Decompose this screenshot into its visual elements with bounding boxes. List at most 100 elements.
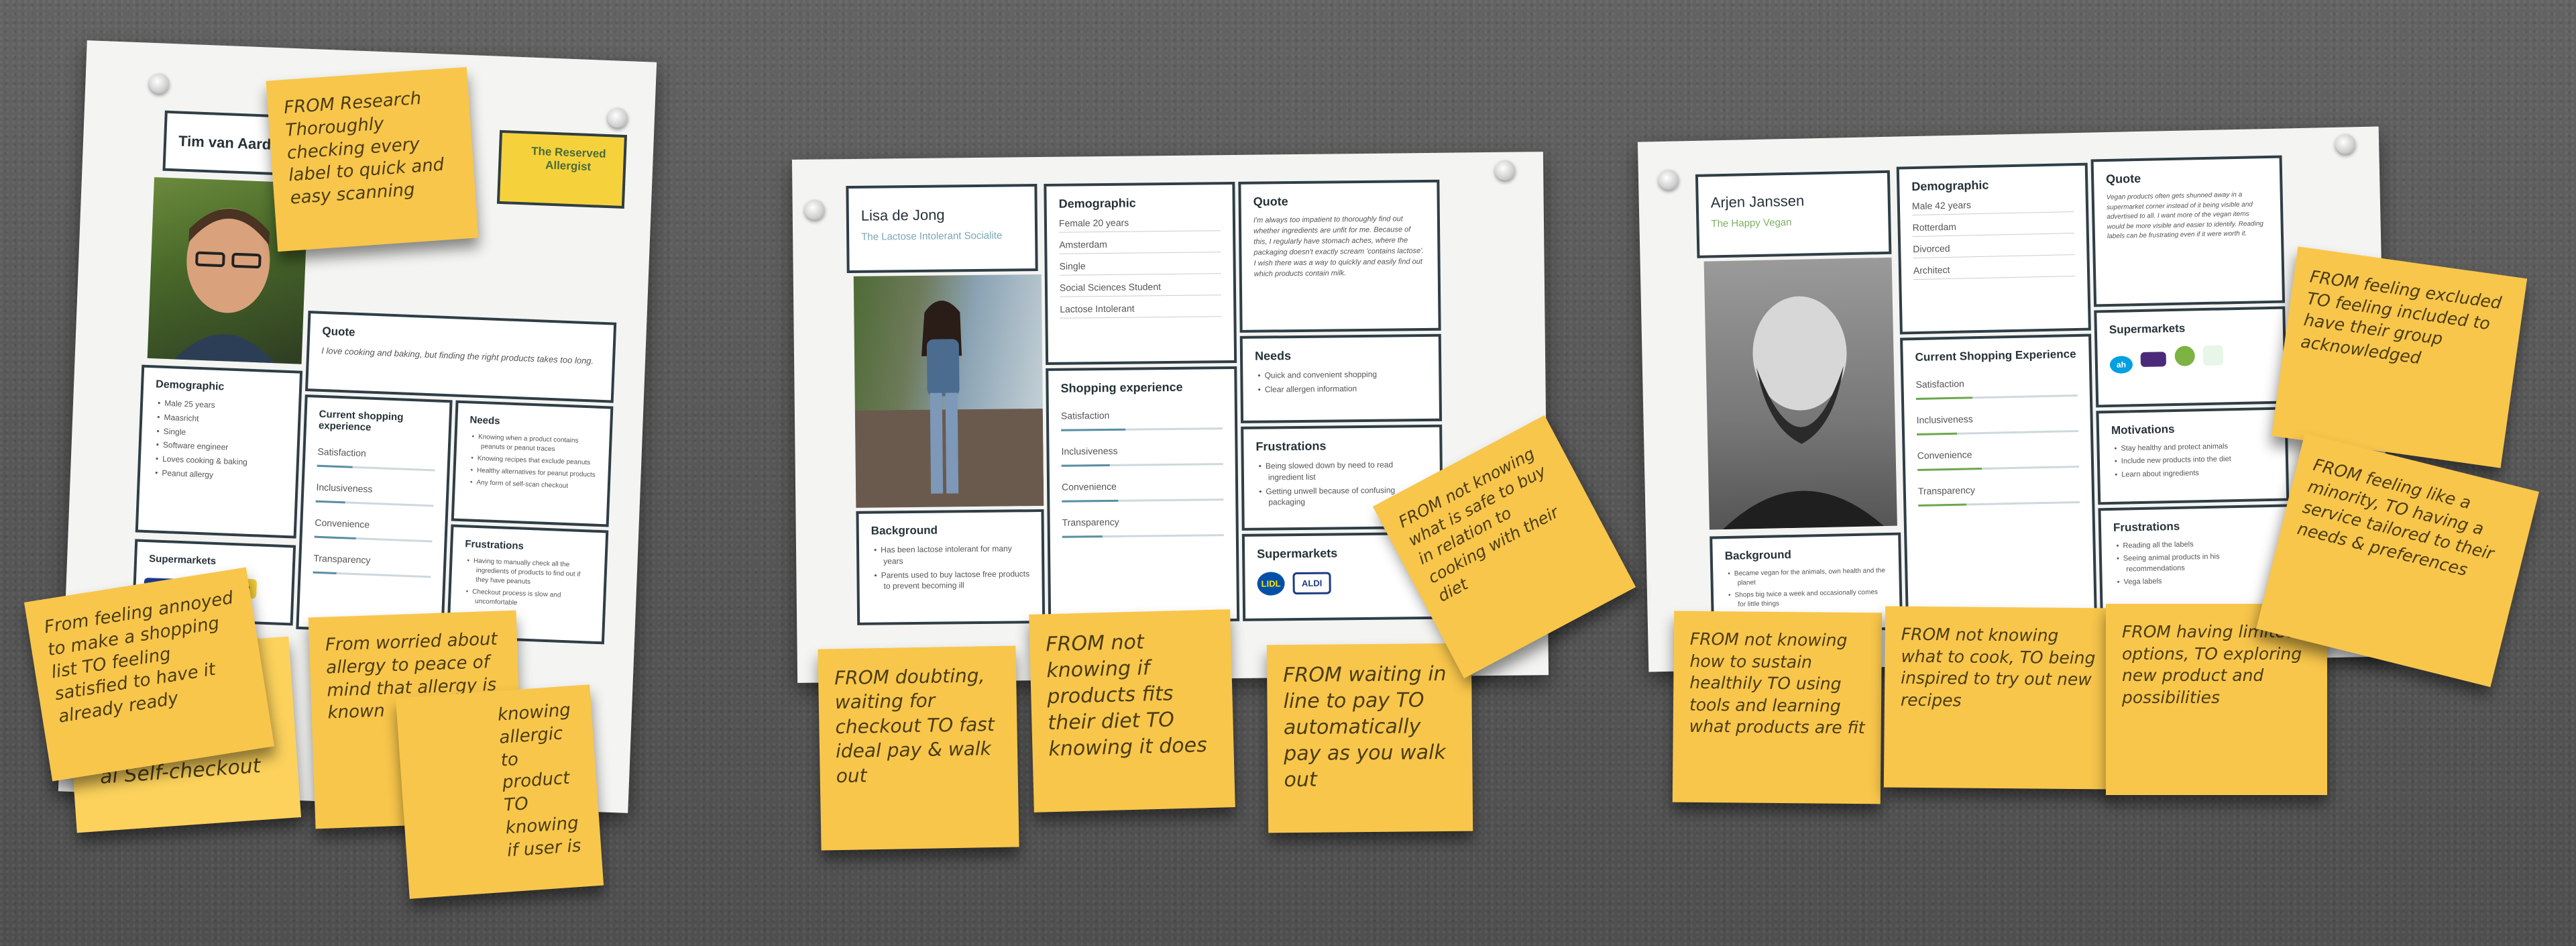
metric-bar — [313, 571, 431, 578]
demographic-item: Single — [1059, 259, 1221, 276]
quote-text: I love cooking and baking, but finding t… — [321, 345, 594, 366]
quote-panel: Quote I'm always too impatient to thorou… — [1238, 179, 1441, 333]
portrait-illustration — [854, 301, 1044, 508]
demographic-item: Social Sciences Student — [1059, 280, 1222, 297]
experience-panel: Shopping experience Satisfaction Inclusi… — [1046, 366, 1240, 623]
demographic-item: Single — [163, 426, 286, 442]
metric-bar — [1918, 501, 2080, 507]
demographic-item: Divorced — [1913, 240, 2075, 259]
demographic-item: Architect — [1913, 262, 2076, 280]
background-item: Became vegan for the animals, own health… — [1734, 566, 1887, 588]
persona-name: Arjen Janssen — [1710, 192, 1805, 211]
supermarkets-title: Supermarkets — [148, 553, 217, 568]
metric-bar — [1915, 395, 2078, 401]
motivation-item: Stay healthy and protect animals — [2121, 441, 2273, 454]
frustration-item: Having to manually check all the ingredi… — [473, 557, 592, 590]
demographic-item: Loves cooking & baking — [162, 454, 285, 470]
needs-item: Quick and convenient shopping — [1264, 368, 1426, 381]
pushpin-icon — [1658, 169, 1679, 191]
ekoplaza-logo — [2174, 346, 2195, 366]
frustrations-title: Frustrations — [1255, 439, 1327, 454]
needs-panel: Needs Quick and convenient shopping Clea… — [1239, 333, 1443, 423]
needs-title: Needs — [469, 414, 500, 427]
demographic-item: Software engineer — [163, 439, 285, 456]
frustration-item: Being slowed down by need to read ingred… — [1266, 459, 1428, 483]
metric-label: Inclusiveness — [1061, 445, 1118, 457]
persona-name-panel: Lisa de Jong The Lactose Intolerant Soci… — [846, 184, 1038, 274]
background-panel: Background Has been lactose intolerant f… — [856, 509, 1046, 625]
experience-panel: Current shopping experience Satisfaction… — [296, 394, 453, 635]
needs-item: Any form of self-scan checkout — [476, 478, 596, 492]
motivation-item: Include new products into the diet — [2121, 454, 2274, 467]
aldi-logo: ALDI — [1292, 572, 1331, 595]
needs-panel: Needs Knowing when a product contains pe… — [451, 400, 614, 527]
metric-label: Convenience — [315, 517, 370, 530]
quote-title: Quote — [1253, 195, 1288, 209]
sticky-note: FROM waiting in line to pay TO automatic… — [1266, 643, 1473, 833]
pushpin-icon — [148, 72, 170, 94]
experience-panel: Current Shopping Experience Satisfaction… — [1900, 333, 2097, 627]
persona-name-panel: Arjen Janssen The Happy Vegan — [1695, 170, 1892, 258]
plus-logo — [2141, 352, 2167, 368]
persona-photo — [1703, 257, 1897, 530]
persona-tag: The Happy Vegan — [1711, 216, 1792, 230]
metric-bar — [315, 500, 434, 507]
frustration-item: Vega labels — [2123, 574, 2276, 588]
albert-heijn-logo: ah — [2109, 356, 2133, 374]
persona-tag: The Lactose Intolerant Socialite — [861, 229, 1003, 243]
metric-bar — [314, 535, 433, 543]
metric-label: Transparency — [1917, 484, 1976, 497]
sticky-note: FROM doubting, waiting for checkout TO f… — [818, 645, 1019, 851]
metric-label: Convenience — [1917, 449, 1972, 462]
frustration-item: Reading all the labels — [2123, 538, 2275, 551]
metric-label: Convenience — [1061, 480, 1117, 492]
demographic-panel: Demographic Female 20 years Amsterdam Si… — [1044, 181, 1237, 365]
sticky-note: From feeling annoyed to make a shopping … — [23, 567, 275, 782]
background-item: Parents used to buy lactose free product… — [881, 568, 1030, 592]
demographic-item: Male 42 years — [1911, 197, 2074, 216]
metric-bar — [1062, 498, 1224, 503]
frustration-item: Seeing animal products in his recommenda… — [2123, 551, 2276, 574]
demographic-item: Peanut allergy — [162, 468, 284, 484]
metric-bar — [1917, 429, 2079, 436]
demographic-item: Female 20 years — [1058, 216, 1221, 233]
quote-title: Quote — [322, 324, 355, 339]
needs-item: Clear allergen information — [1265, 382, 1426, 395]
pushpin-icon — [607, 107, 628, 129]
demographic-item: Rotterdam — [1912, 219, 2074, 238]
vegan-store-logo — [2202, 345, 2224, 366]
metric-label: Transparency — [1062, 516, 1119, 528]
needs-item: Knowing when a product contains peanuts … — [478, 433, 598, 456]
experience-title: Shopping experience — [1060, 380, 1183, 395]
metric-label: Satisfaction — [317, 445, 367, 459]
sticky-note: FROM not knowing how to sustain healthil… — [1672, 611, 1883, 804]
background-title: Background — [1724, 547, 1792, 563]
frustrations-title: Frustrations — [2113, 519, 2180, 534]
quote-panel: Quote I love cooking and baking, but fin… — [304, 311, 617, 403]
demographic-item: Lactose Intolerant — [1060, 302, 1222, 319]
needs-title: Needs — [1254, 349, 1292, 363]
metric-bar — [1061, 427, 1223, 431]
needs-item: Healthy alternatives for peanut products — [477, 466, 596, 480]
experience-title: Current Shopping Experience — [1915, 348, 2076, 364]
sticky-note: FROM not knowing if products fits their … — [1029, 609, 1235, 812]
pushpin-icon — [804, 199, 825, 220]
supermarkets-title: Supermarkets — [2109, 321, 2186, 336]
sticky-note: FROM Research Thoroughly checking every … — [266, 66, 479, 252]
demographic-item: Maasricht — [164, 412, 286, 428]
demographic-panel: Demographic Male 25 years Maasricht Sing… — [135, 364, 303, 539]
portrait-illustration — [1722, 296, 1884, 530]
demographic-title: Demographic — [155, 378, 225, 393]
supermarkets-panel: Supermarkets ah — [2094, 306, 2288, 408]
metric-label: Satisfaction — [1060, 409, 1110, 421]
metric-bar — [317, 464, 435, 472]
persona-name: Lisa de Jong — [860, 206, 945, 224]
metric-bar — [1061, 463, 1223, 467]
sticky-note: FROM not knowing what to cook, TO being … — [1883, 606, 2117, 790]
motivation-item: Learn about ingredients — [2121, 467, 2274, 480]
motivations-title: Motivations — [2111, 422, 2175, 437]
quote-panel: Quote Vegan products often gets shunned … — [2090, 155, 2286, 307]
metric-bar — [1917, 465, 2080, 472]
persona-photo — [853, 274, 1044, 508]
demographic-item: Male 25 years — [164, 398, 287, 414]
